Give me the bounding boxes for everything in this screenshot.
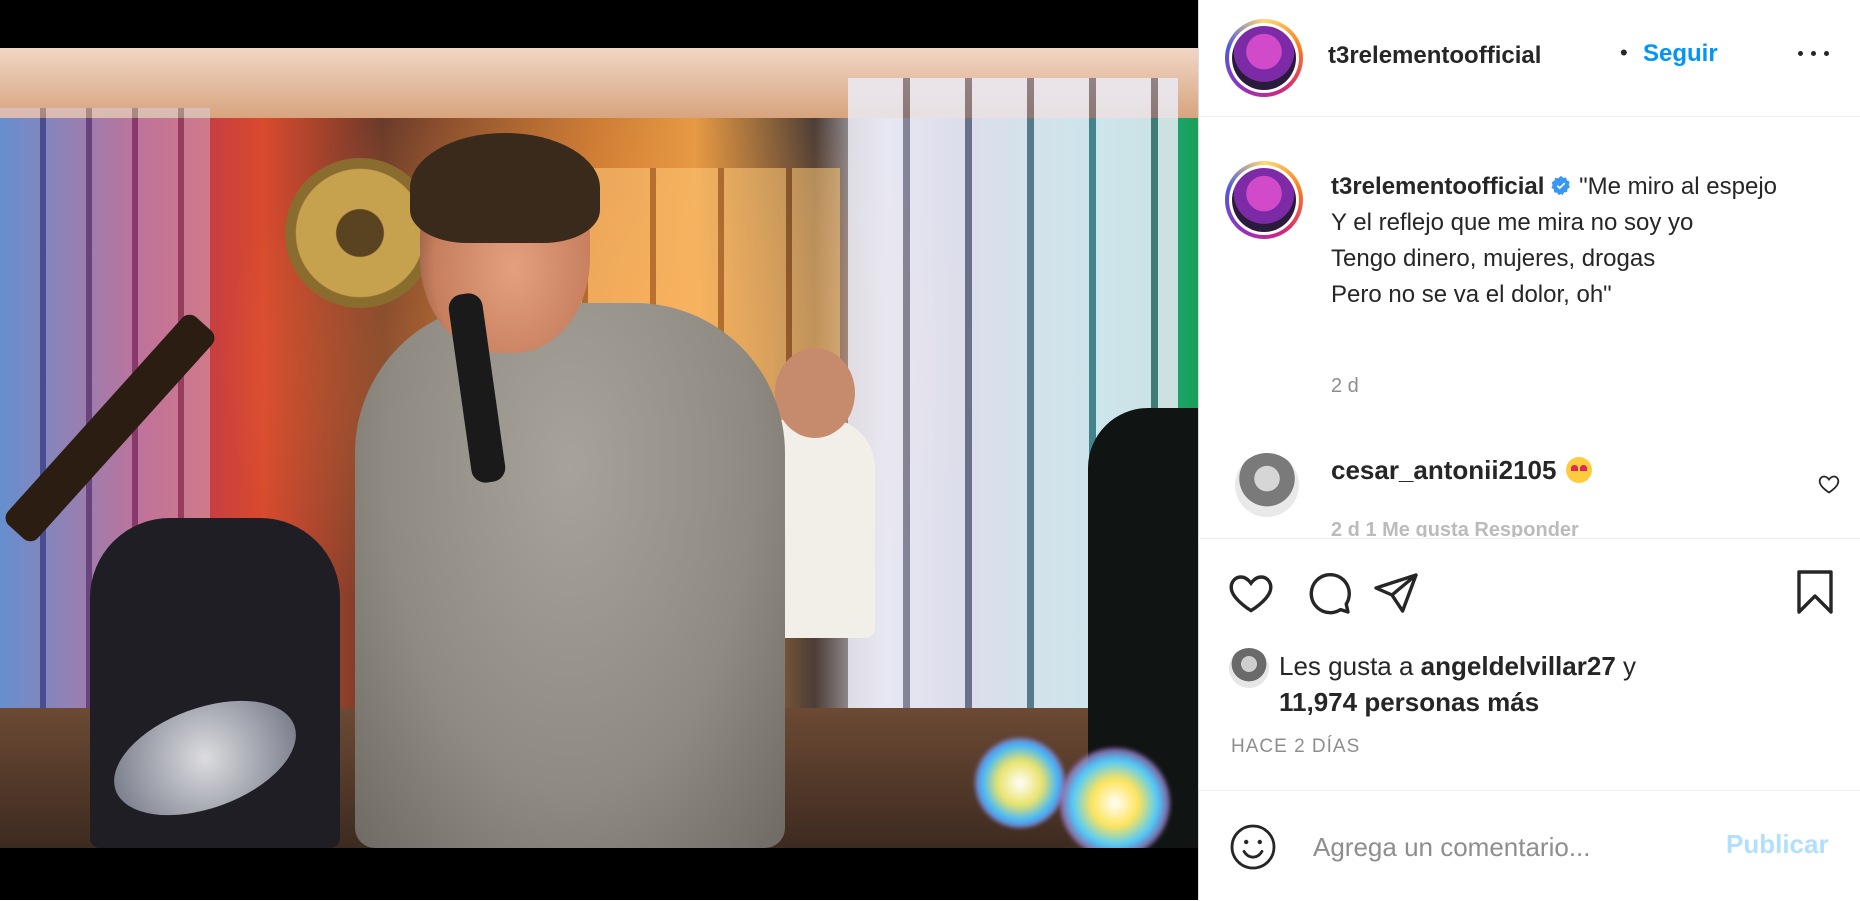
comment-bubble-icon[interactable] bbox=[1305, 569, 1353, 617]
caption-avatar[interactable] bbox=[1225, 161, 1303, 239]
commenter-avatar[interactable] bbox=[1235, 453, 1299, 517]
post-header: t3relementoofficial • Seguir bbox=[1199, 0, 1860, 117]
comment-meta: 2 d 1 Me gusta Responder bbox=[1331, 519, 1579, 537]
photo-singer-hair bbox=[410, 133, 600, 243]
likes-joiner: y bbox=[1623, 651, 1637, 681]
post-date[interactable]: HACE 2 DÍAS bbox=[1231, 736, 1360, 758]
share-send-icon[interactable] bbox=[1372, 569, 1420, 617]
verified-badge-icon bbox=[1551, 175, 1571, 196]
likes-count-link[interactable]: 11,974 personas más bbox=[1279, 687, 1539, 717]
comments-section: t3relementoofficial "Me miro al espejo Y… bbox=[1199, 117, 1860, 537]
comment-username[interactable]: cesar_antonii2105 bbox=[1331, 455, 1556, 485]
author-avatar[interactable] bbox=[1225, 19, 1303, 97]
add-comment-bar: Publicar bbox=[1199, 790, 1860, 901]
photo-drummer-head bbox=[775, 348, 855, 438]
follow-button[interactable]: Seguir bbox=[1643, 40, 1718, 68]
liker-avatar[interactable] bbox=[1229, 648, 1269, 688]
save-bookmark-icon[interactable] bbox=[1791, 567, 1839, 617]
more-options-icon[interactable] bbox=[1798, 44, 1830, 62]
caption-time[interactable]: 2 d bbox=[1331, 375, 1359, 398]
comment-input[interactable] bbox=[1311, 821, 1715, 873]
photo-bokeh bbox=[1060, 748, 1170, 848]
caption-username[interactable]: t3relementoofficial bbox=[1331, 173, 1544, 200]
post-media bbox=[0, 0, 1198, 900]
caption: t3relementoofficial "Me miro al espejo Y… bbox=[1331, 169, 1811, 313]
comment-like-heart-icon[interactable] bbox=[1817, 472, 1841, 496]
heart-eyes-emoji-icon bbox=[1566, 457, 1593, 483]
like-heart-icon[interactable] bbox=[1227, 569, 1275, 617]
header-separator: • bbox=[1620, 40, 1628, 65]
liker-username[interactable]: angeldelvillar27 bbox=[1421, 651, 1616, 681]
post-photo[interactable] bbox=[0, 48, 1198, 848]
likes-text: Les gusta a angeldelvillar27 y 11,974 per… bbox=[1279, 648, 1839, 720]
post-sidebar: t3relementoofficial • Seguir t3relemento… bbox=[1198, 0, 1860, 900]
author-username[interactable]: t3relementoofficial bbox=[1328, 42, 1541, 70]
comment: cesar_antonii2105 bbox=[1331, 455, 1593, 486]
likes-prefix: Les gusta a bbox=[1279, 651, 1414, 681]
action-bar bbox=[1199, 538, 1860, 643]
post-comment-button[interactable]: Publicar bbox=[1726, 829, 1829, 860]
photo-singer-hoodie bbox=[355, 303, 785, 848]
photo-bokeh bbox=[975, 738, 1065, 828]
emoji-picker-smile-icon[interactable] bbox=[1229, 823, 1277, 871]
